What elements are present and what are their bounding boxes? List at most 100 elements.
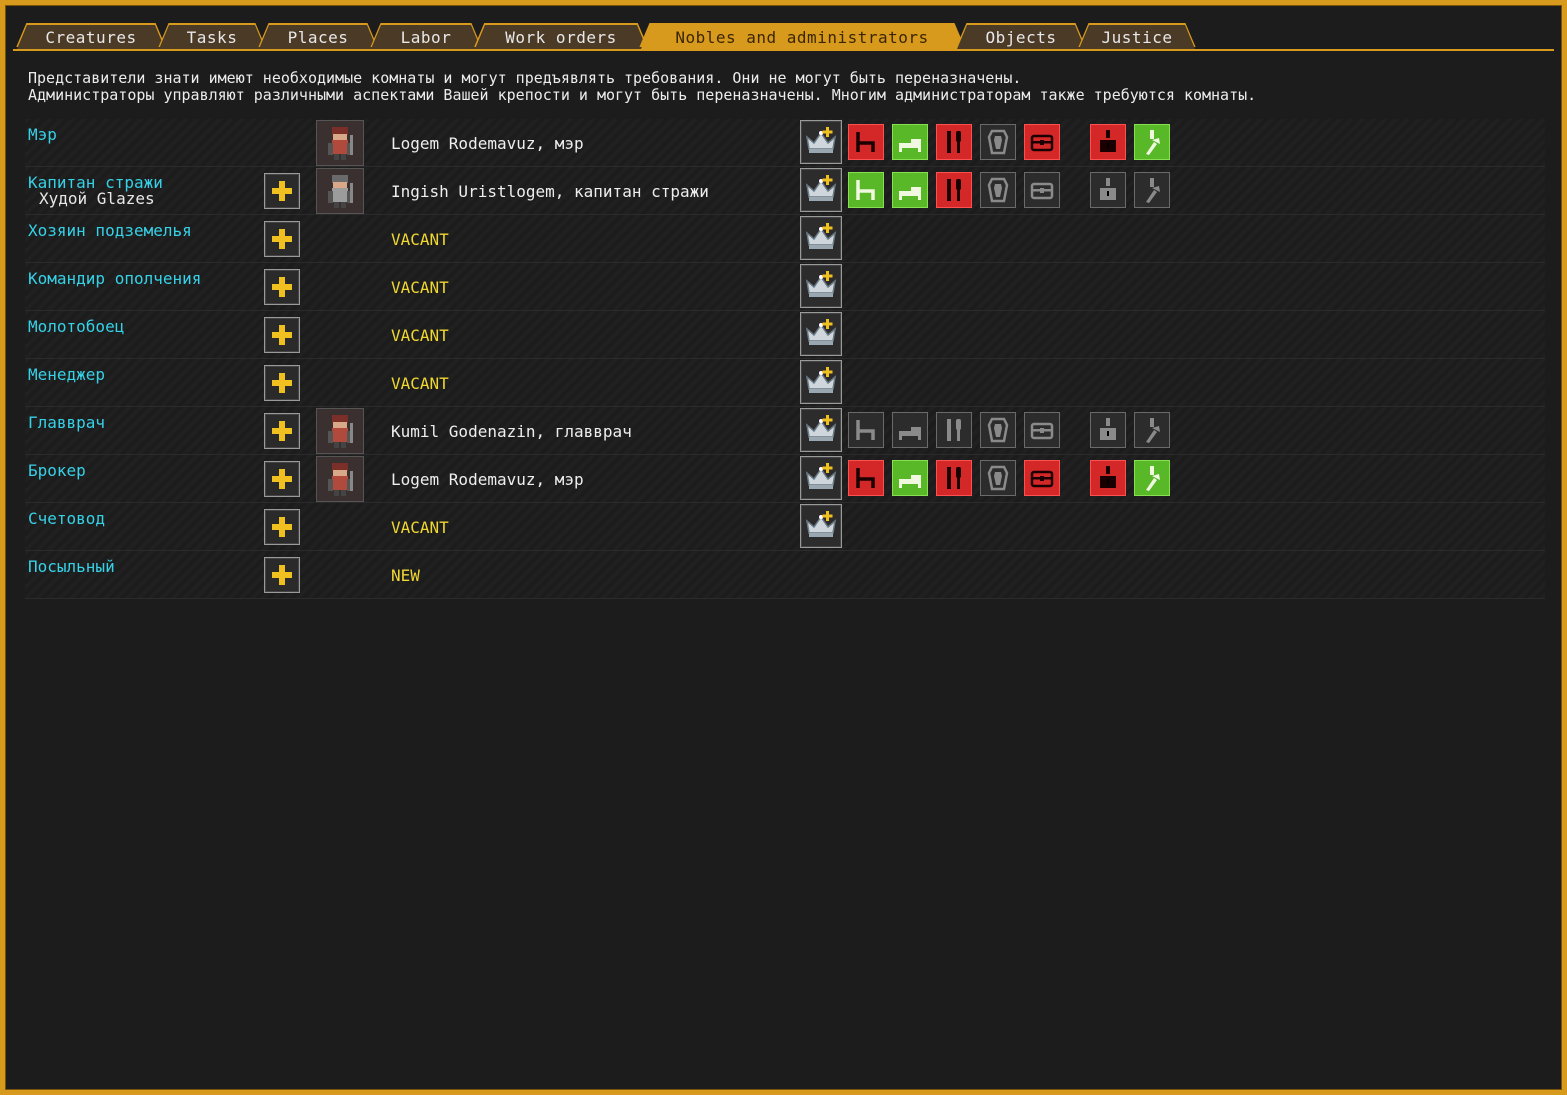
- assign-noble-button[interactable]: [800, 456, 842, 500]
- position-name[interactable]: Молотобоец: [28, 319, 124, 335]
- chair-requirement[interactable]: [848, 412, 884, 448]
- weapon-rack-requirement[interactable]: [1134, 460, 1170, 496]
- tomb-requirement[interactable]: [980, 124, 1016, 160]
- unit-portrait[interactable]: [316, 120, 364, 166]
- add-position-button[interactable]: [264, 509, 300, 545]
- cabinet-requirement[interactable]: [1090, 172, 1126, 208]
- bed-requirement[interactable]: [892, 172, 928, 208]
- tab-work-orders[interactable]: Work orders: [475, 25, 647, 49]
- position-holder[interactable]: Ingish Uristlogem, капитан стражи: [391, 182, 709, 201]
- weapon-rack-requirement[interactable]: [1134, 172, 1170, 208]
- weapon-rack-requirement[interactable]: [1134, 412, 1170, 448]
- chair-requirement[interactable]: [848, 172, 884, 208]
- plus-icon: [272, 421, 292, 441]
- unit-portrait[interactable]: [316, 408, 364, 454]
- chest-requirement[interactable]: [1024, 124, 1060, 160]
- dining-requirement[interactable]: [936, 460, 972, 496]
- bed-requirement[interactable]: [892, 124, 928, 160]
- tab-nobles-and-administrators[interactable]: Nobles and administrators: [641, 25, 963, 49]
- position-name[interactable]: Мэр: [28, 127, 57, 143]
- position-holder[interactable]: Logem Rodemavuz, мэр: [391, 134, 584, 153]
- vacant-label[interactable]: VACANT: [391, 374, 449, 393]
- dwarf-portrait-icon: [328, 127, 353, 160]
- chest-icon: [1030, 182, 1054, 200]
- chair-requirement[interactable]: [848, 460, 884, 496]
- position-name[interactable]: Посыльный: [28, 559, 115, 575]
- crown-icon: [805, 511, 837, 537]
- unit-portrait[interactable]: [316, 168, 364, 214]
- tab-labor[interactable]: Labor: [371, 25, 481, 49]
- tab-creatures[interactable]: Creatures: [17, 25, 165, 49]
- assign-noble-button[interactable]: [800, 216, 842, 260]
- chest-requirement[interactable]: [1024, 412, 1060, 448]
- weapon-rack-icon: [1146, 178, 1160, 203]
- position-holder[interactable]: Kumil Godenazin, главврач: [391, 422, 632, 441]
- assign-noble-button[interactable]: [800, 360, 842, 404]
- position-name[interactable]: Счетовод: [28, 511, 105, 527]
- dining-requirement[interactable]: [936, 124, 972, 160]
- add-position-button[interactable]: [264, 413, 300, 449]
- vacant-label[interactable]: VACANT: [391, 326, 449, 345]
- plus-icon: [272, 373, 292, 393]
- position-row: Капитан стражи Худой Glazes Ingish Uristl…: [25, 167, 1545, 215]
- vacant-label[interactable]: VACANT: [391, 278, 449, 297]
- position-row: Мэр Logem Rodemavuz, мэр: [25, 119, 1545, 167]
- weapon-rack-requirement[interactable]: [1134, 124, 1170, 160]
- vacant-label[interactable]: VACANT: [391, 230, 449, 249]
- chest-requirement[interactable]: [1024, 460, 1060, 496]
- assign-noble-button[interactable]: [800, 264, 842, 308]
- tab-label: Tasks: [186, 27, 238, 47]
- tab-objects[interactable]: Objects: [957, 25, 1085, 49]
- tab-justice[interactable]: Justice: [1079, 25, 1195, 49]
- cabinet-requirement[interactable]: [1090, 124, 1126, 160]
- tomb-requirement[interactable]: [980, 172, 1016, 208]
- tab-label: Labor: [400, 27, 452, 47]
- plus-icon: [272, 517, 292, 537]
- cabinet-requirement[interactable]: [1090, 460, 1126, 496]
- assign-noble-button[interactable]: [800, 168, 842, 212]
- position-squad-name: Худой Glazes: [39, 189, 155, 208]
- position-name[interactable]: Главврач: [28, 415, 105, 431]
- add-position-button[interactable]: [264, 461, 300, 497]
- add-position-button[interactable]: [264, 557, 300, 593]
- assign-noble-button[interactable]: [800, 312, 842, 356]
- dining-requirement[interactable]: [936, 412, 972, 448]
- tomb-requirement[interactable]: [980, 460, 1016, 496]
- chair-icon: [856, 132, 875, 152]
- vacant-label[interactable]: VACANT: [391, 518, 449, 537]
- position-name[interactable]: Командир ополчения: [28, 271, 201, 287]
- plus-icon: [272, 277, 292, 297]
- vacant-label[interactable]: NEW: [391, 566, 420, 585]
- crown-icon: [805, 319, 837, 345]
- position-holder[interactable]: Logem Rodemavuz, мэр: [391, 470, 584, 489]
- dwarf-portrait-icon: [328, 175, 353, 208]
- crown-icon: [805, 223, 837, 249]
- chair-requirement[interactable]: [848, 124, 884, 160]
- chair-icon: [856, 420, 875, 440]
- tab-places[interactable]: Places: [259, 25, 377, 49]
- position-name[interactable]: Менеджер: [28, 367, 105, 383]
- position-name[interactable]: Хозяин подземелья: [28, 223, 192, 239]
- add-position-button[interactable]: [264, 317, 300, 353]
- add-position-button[interactable]: [264, 365, 300, 401]
- bed-requirement[interactable]: [892, 412, 928, 448]
- assign-noble-button[interactable]: [800, 120, 842, 164]
- unit-portrait[interactable]: [316, 456, 364, 502]
- description-line-2: Администраторы управляют различными аспе…: [28, 86, 1257, 104]
- tab-label: Objects: [985, 27, 1057, 47]
- chair-icon: [856, 468, 875, 488]
- chest-requirement[interactable]: [1024, 172, 1060, 208]
- add-position-button[interactable]: [264, 173, 300, 209]
- add-position-button[interactable]: [264, 269, 300, 305]
- tomb-requirement[interactable]: [980, 412, 1016, 448]
- cabinet-requirement[interactable]: [1090, 412, 1126, 448]
- position-row: Главврач Kumil Godenazin, главврач: [25, 407, 1545, 455]
- plus-icon: [272, 565, 292, 585]
- assign-noble-button[interactable]: [800, 504, 842, 548]
- add-position-button[interactable]: [264, 221, 300, 257]
- bed-requirement[interactable]: [892, 460, 928, 496]
- assign-noble-button[interactable]: [800, 408, 842, 452]
- position-name[interactable]: Брокер: [28, 463, 86, 479]
- tab-tasks[interactable]: Tasks: [159, 25, 265, 49]
- dining-requirement[interactable]: [936, 172, 972, 208]
